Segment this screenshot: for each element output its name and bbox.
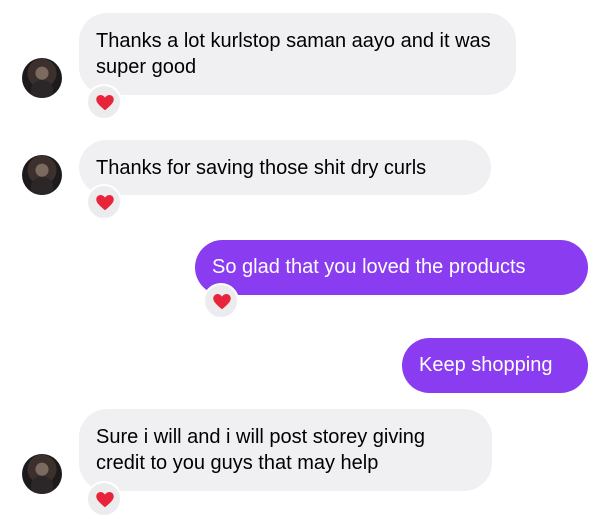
heart-reaction[interactable] bbox=[203, 283, 239, 319]
heart-reaction[interactable] bbox=[86, 84, 122, 120]
sender-avatar[interactable] bbox=[22, 155, 62, 195]
heart-icon bbox=[213, 294, 231, 310]
message-text: Sure i will and i will post storey givin… bbox=[96, 426, 426, 474]
heart-icon bbox=[96, 492, 114, 508]
message-text: Thanks a lot kurlstop saman aayo and it … bbox=[96, 30, 491, 78]
sender-avatar[interactable] bbox=[22, 58, 62, 98]
message-bubble-incoming[interactable]: Thanks for saving those shit dry curls bbox=[79, 140, 491, 195]
heart-reaction[interactable] bbox=[86, 184, 122, 220]
sender-avatar[interactable] bbox=[22, 454, 62, 494]
message-bubble-outgoing[interactable]: Keep shopping bbox=[402, 338, 588, 393]
message-text: Keep shopping bbox=[419, 354, 553, 376]
message-bubble-incoming[interactable]: Sure i will and i will post storey givin… bbox=[79, 409, 492, 491]
heart-reaction[interactable] bbox=[86, 481, 122, 517]
message-bubble-outgoing[interactable]: So glad that you loved the products bbox=[195, 240, 588, 295]
heart-icon bbox=[96, 195, 114, 211]
message-text: Thanks for saving those shit dry curls bbox=[96, 157, 427, 179]
message-text: So glad that you loved the products bbox=[212, 256, 526, 278]
heart-icon bbox=[96, 95, 114, 111]
message-bubble-incoming[interactable]: Thanks a lot kurlstop saman aayo and it … bbox=[79, 13, 516, 95]
